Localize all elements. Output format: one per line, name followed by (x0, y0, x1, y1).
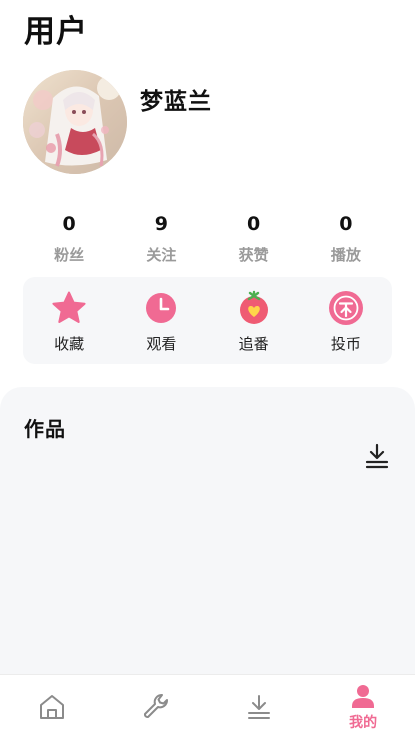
stat-likes[interactable]: 0 获赞 (208, 210, 300, 270)
quick-label: 追番 (238, 335, 269, 353)
stat-label: 播放 (330, 246, 361, 264)
nav-downloads[interactable] (208, 675, 312, 738)
stat-plays[interactable]: 0 播放 (300, 210, 392, 270)
bottom-nav: 我的 (0, 674, 415, 738)
home-icon (37, 692, 67, 722)
coin-icon (328, 290, 364, 326)
stat-label: 粉丝 (54, 246, 85, 264)
quick-actions-card: 收藏 观看 追番 投币 (23, 277, 392, 364)
download-icon (244, 692, 274, 722)
nav-mine[interactable]: 我的 (311, 675, 415, 738)
tomato-heart-icon (236, 290, 272, 326)
avatar-illustration (23, 70, 127, 174)
stat-value: 9 (154, 213, 168, 235)
clock-icon (143, 290, 179, 326)
coins-button[interactable]: 投币 (300, 277, 392, 364)
profile-stats: 0 粉丝 9 关注 0 获赞 0 播放 (23, 210, 392, 270)
stat-label: 获赞 (238, 246, 269, 264)
stat-followers[interactable]: 0 粉丝 (23, 210, 115, 270)
stat-value: 0 (247, 213, 261, 235)
user-icon (348, 682, 378, 712)
stat-value: 0 (62, 213, 76, 235)
favorites-button[interactable]: 收藏 (23, 277, 115, 364)
nav-home[interactable] (0, 675, 104, 738)
download-icon[interactable] (363, 442, 391, 470)
nav-label: 我的 (349, 714, 378, 731)
works-panel: 作品 (0, 387, 415, 674)
stat-value: 0 (339, 213, 353, 235)
stat-following[interactable]: 9 关注 (115, 210, 207, 270)
follow-anime-button[interactable]: 追番 (208, 277, 300, 364)
watch-history-button[interactable]: 观看 (115, 277, 207, 364)
works-title: 作品 (24, 417, 66, 441)
quick-label: 收藏 (54, 335, 85, 353)
nav-tools[interactable] (104, 675, 208, 738)
username: 梦蓝兰 (140, 89, 212, 115)
quick-label: 投币 (330, 335, 361, 353)
quick-label: 观看 (146, 335, 177, 353)
wrench-icon (141, 692, 171, 722)
star-icon (51, 290, 87, 326)
avatar[interactable] (23, 70, 127, 174)
stat-label: 关注 (146, 246, 177, 264)
page-title: 用户 (24, 14, 88, 50)
user-profile-page: 用户 梦蓝兰 0 粉丝 9 关注 0 获赞 0 播放 收藏 观看 追番 投币 作… (0, 0, 415, 738)
